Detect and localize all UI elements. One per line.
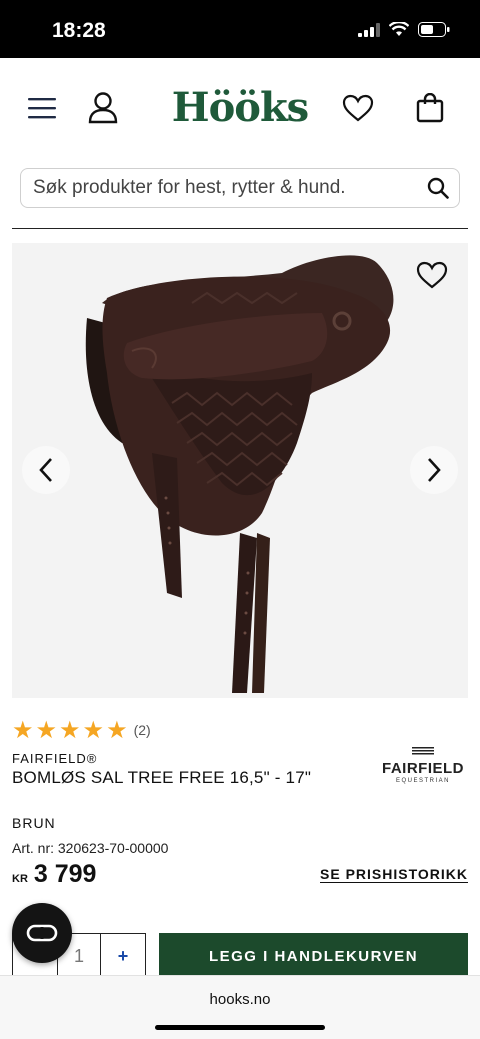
search-box xyxy=(20,168,460,208)
heart-icon xyxy=(416,261,448,289)
saddle-image xyxy=(85,255,394,693)
browser-url[interactable]: hooks.no xyxy=(0,991,480,1008)
brand-logo-mark xyxy=(412,747,434,755)
quantity-increase-button[interactable]: + xyxy=(101,934,145,978)
price-currency: KR xyxy=(12,873,28,885)
status-bar: 18:28 xyxy=(0,0,480,58)
product-color: BRUN xyxy=(12,815,56,831)
signal-icon xyxy=(358,22,380,37)
review-count[interactable]: (2) xyxy=(134,722,151,738)
chat-button[interactable] xyxy=(12,903,72,963)
brand-logo-subtitle: EQUESTRIAN xyxy=(395,778,450,784)
carousel-next-button[interactable] xyxy=(410,446,458,494)
chat-icon xyxy=(26,924,58,942)
chevron-left-icon xyxy=(39,458,52,482)
product-brand[interactable]: FAIRFIELD® xyxy=(12,751,97,766)
search-input[interactable] xyxy=(33,169,413,207)
header-divider xyxy=(12,228,468,229)
product-rating[interactable]: ★ ★ ★ ★ ★ (2) xyxy=(12,718,151,742)
product-wishlist-button[interactable] xyxy=(416,261,448,294)
star-icon: ★ xyxy=(106,716,128,744)
status-icons xyxy=(358,22,450,37)
browser-bar: hooks.no xyxy=(0,975,480,1039)
price-value: 3 799 xyxy=(33,860,97,888)
site-logo[interactable]: Hööks xyxy=(0,84,480,131)
article-number: Art. nr: 320623-70-00000 xyxy=(12,840,169,856)
product-price: KR 3 799 xyxy=(12,860,96,889)
product-title: BOMLØS SAL TREE FREE 16,5" - 17" xyxy=(12,768,312,787)
wifi-icon xyxy=(389,22,409,36)
heart-icon xyxy=(342,94,374,122)
brand-logo-name: FAIRFIELD xyxy=(382,760,464,777)
brand-logo[interactable]: FAIRFIELD EQUESTRIAN xyxy=(378,742,468,784)
site-header: Hööks xyxy=(0,58,480,162)
wishlist-button[interactable] xyxy=(338,88,378,128)
star-icon: ★ xyxy=(59,716,81,744)
chevron-right-icon xyxy=(428,458,441,482)
add-to-cart-button[interactable]: LEGG I HANDLEKURVEN xyxy=(159,933,468,979)
star-icon: ★ xyxy=(35,716,58,744)
price-history-link[interactable]: SE PRISHISTORIKK xyxy=(320,866,468,882)
cart-button[interactable] xyxy=(410,88,450,128)
search-icon[interactable] xyxy=(427,177,449,199)
battery-icon xyxy=(418,22,450,37)
star-icon: ★ xyxy=(82,716,105,744)
status-time: 18:28 xyxy=(52,19,106,42)
carousel-prev-button[interactable] xyxy=(22,446,70,494)
star-icon: ★ xyxy=(12,716,34,744)
product-image-carousel[interactable] xyxy=(12,243,468,698)
home-indicator[interactable] xyxy=(155,1025,325,1030)
bag-icon xyxy=(416,93,444,123)
